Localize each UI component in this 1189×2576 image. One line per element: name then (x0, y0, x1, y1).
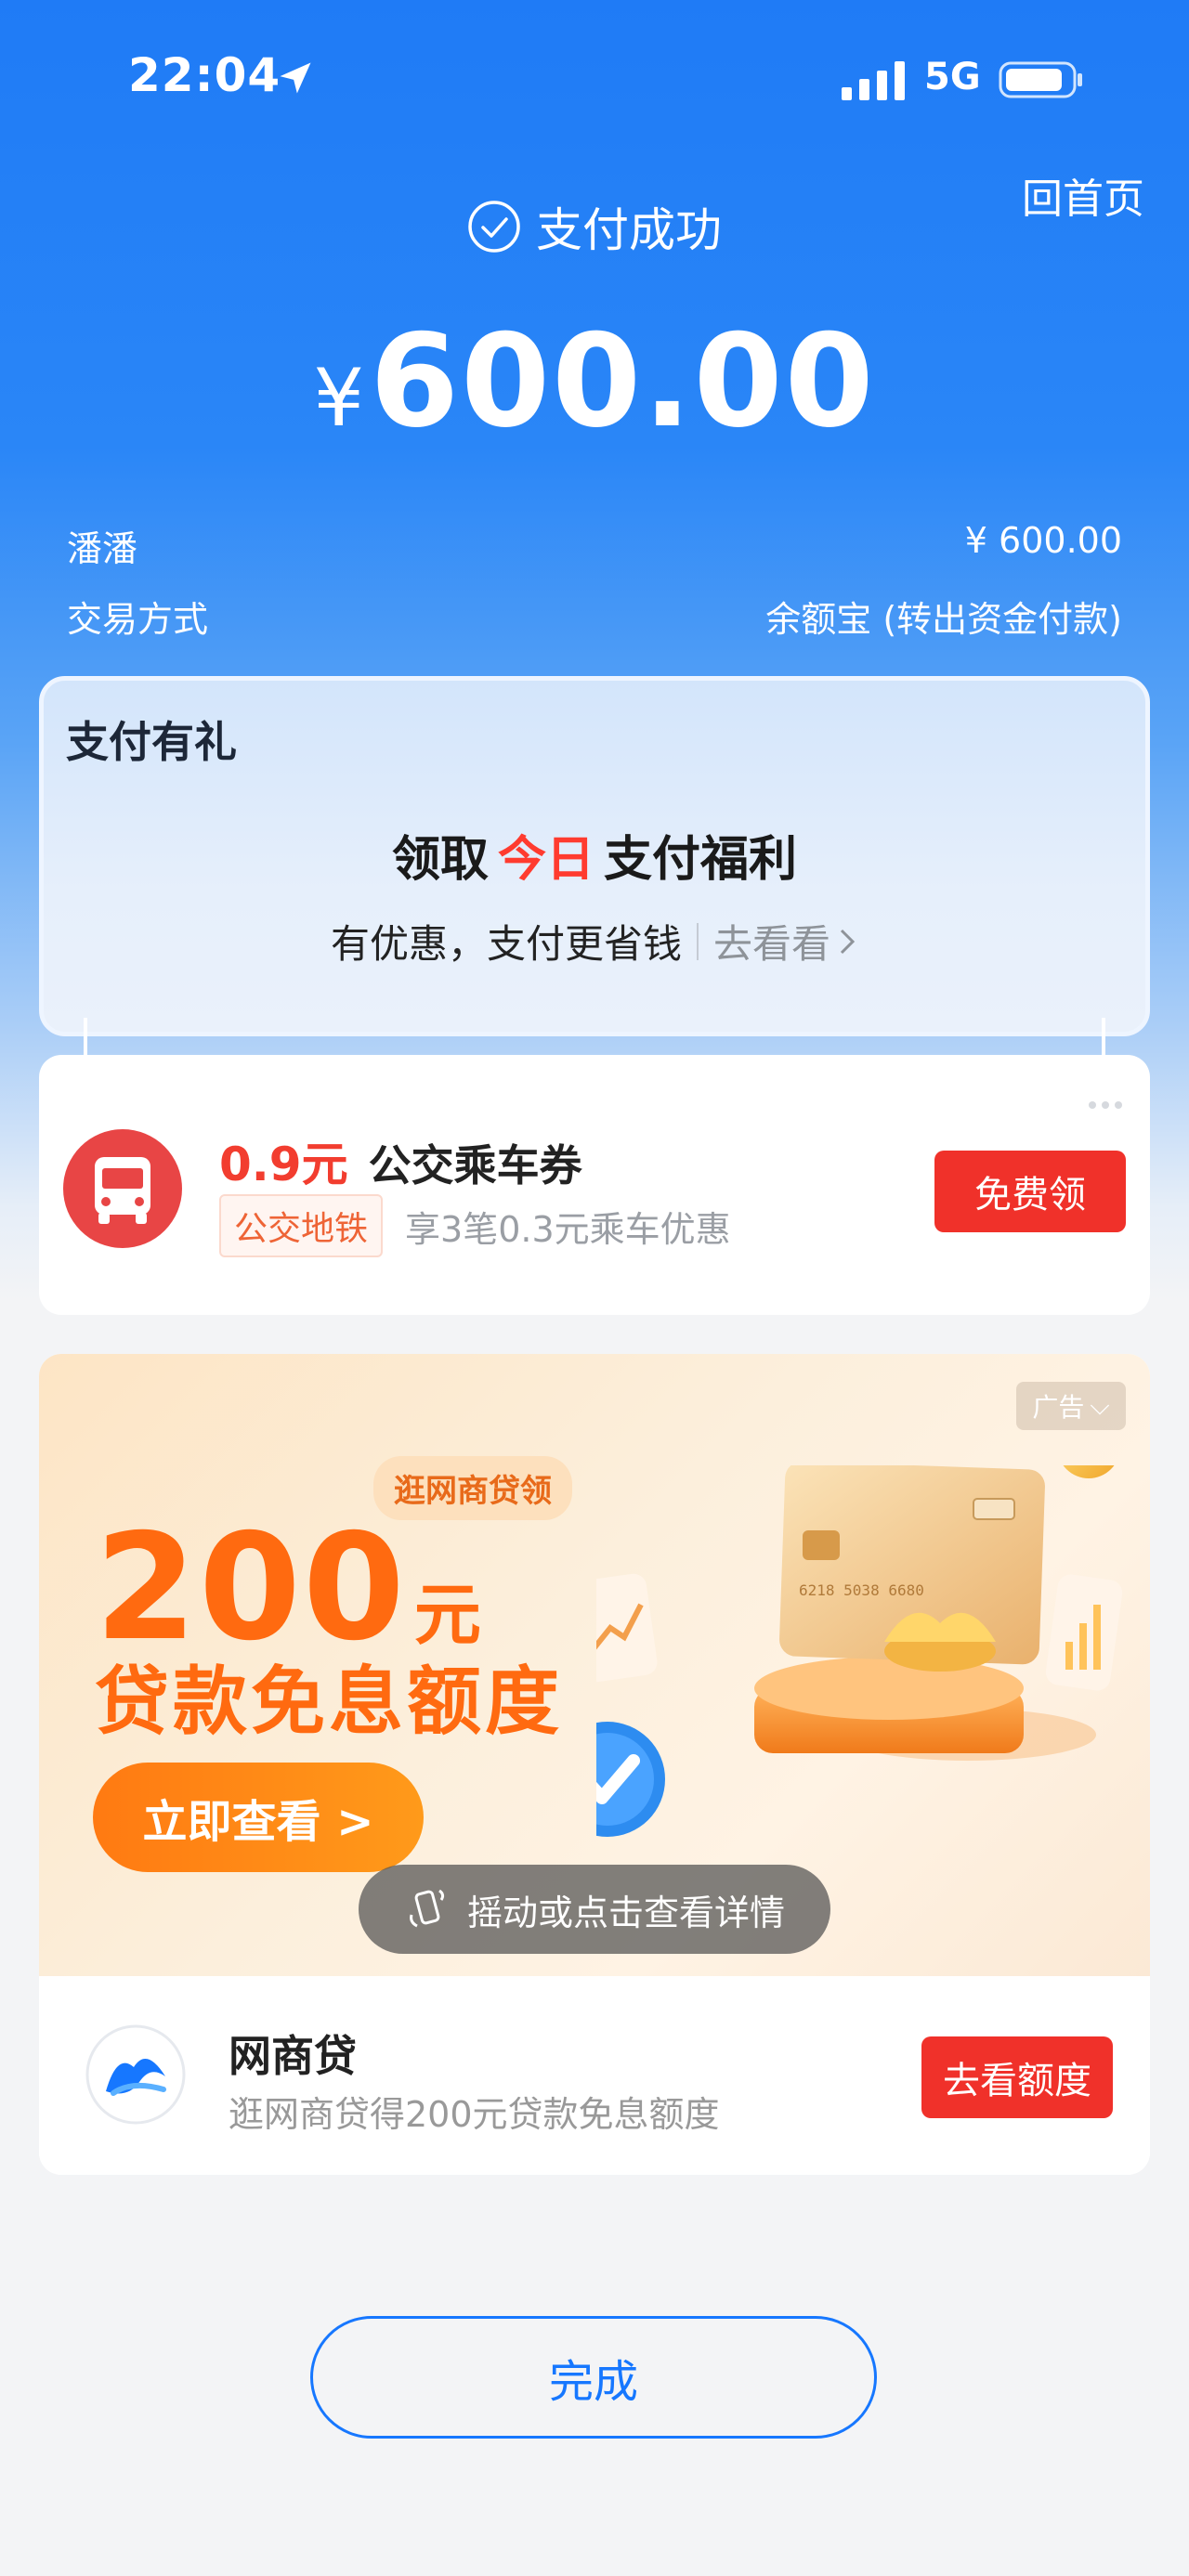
network-type: 5G (924, 56, 981, 98)
gift-card-title: 支付有礼 (66, 717, 237, 767)
coupon-title-row: 0.9元 公交乘车券 (219, 1127, 582, 1194)
mybank-logo-icon (85, 2024, 186, 2125)
payment-status: 支付成功 (0, 193, 1189, 260)
gift-headline-suffix: 支付福利 (604, 832, 798, 888)
payment-gift-card[interactable]: 支付有礼 领取 今日 支付福利 有优惠，支付更省钱 去看看 (39, 676, 1150, 1036)
battery-icon (999, 61, 1082, 98)
loan-ad-card[interactable]: 广告 ⌵ 逛网商贷领 200 元 贷款免息额度 立即查看 > 6218 5038… (39, 1354, 1150, 2175)
gift-headline-highlight: 今日 (497, 832, 594, 888)
status-bar: 22:04 5G (0, 0, 1189, 158)
payee-name: 潘潘 (67, 528, 138, 569)
ad-banner[interactable]: 广告 ⌵ 逛网商贷领 200 元 贷款免息额度 立即查看 > 6218 5038… (39, 1354, 1150, 1976)
ad-footer: 网商贷 逛网商贷得200元贷款免息额度 去看额度 (39, 1976, 1150, 2175)
currency-symbol: ¥ (313, 352, 365, 445)
shake-hint-text: 摇动或点击查看详情 (466, 1892, 785, 1933)
coupon-tag: 公交地铁 (219, 1194, 384, 1257)
gift-subtitle-row: 有优惠，支付更省钱 去看看 (44, 913, 1145, 969)
more-options-icon[interactable] (1083, 1101, 1122, 1109)
check-circle-icon (468, 201, 520, 253)
shake-hint[interactable]: 摇动或点击查看详情 (359, 1865, 830, 1954)
coupon-name: 公交乘车券 (368, 1140, 582, 1190)
status-title: 支付成功 (536, 203, 722, 257)
ad-subtitle: 贷款免息额度 (95, 1659, 563, 1745)
claim-free-button[interactable]: 免费领 (934, 1151, 1126, 1232)
payment-method-row: 交易方式 余额宝 (转出资金付款) (67, 591, 1122, 642)
payment-method-value: 余额宝 (转出资金付款) (765, 599, 1122, 640)
ad-badge[interactable]: 广告 ⌵ (1016, 1382, 1126, 1430)
gift-view-link[interactable]: 去看看 (713, 913, 830, 969)
bus-icon (63, 1129, 182, 1248)
ad-badge-label: 广告 (1032, 1392, 1085, 1423)
divider (697, 922, 699, 960)
view-quota-button[interactable]: 去看额度 (921, 2036, 1113, 2118)
card-number: 6218 5038 6680 (799, 1581, 924, 1599)
paid-amount: ¥ 600.00 (0, 306, 1189, 456)
gift-subtitle: 有优惠，支付更省钱 (330, 921, 682, 967)
cellular-signal-icon (842, 61, 905, 100)
brand-name: 网商贷 (229, 2031, 357, 2081)
payee-row: 潘潘 ¥ 600.00 (67, 520, 1122, 571)
coupon-tag-row: 公交地铁 享3笔0.3元乘车优惠 (219, 1194, 731, 1257)
amount-value: 600.00 (370, 306, 876, 456)
bus-coupon-card: 0.9元 公交乘车券 公交地铁 享3笔0.3元乘车优惠 免费领 (39, 1055, 1150, 1315)
gift-headline: 领取 今日 支付福利 (44, 820, 1145, 890)
gift-headline-prefix: 领取 (391, 832, 489, 888)
chevron-right-icon (840, 929, 856, 954)
payee-amount: ¥ 600.00 (964, 520, 1122, 561)
status-time: 22:04 (128, 48, 281, 102)
done-button[interactable]: 完成 (310, 2316, 877, 2439)
shake-phone-icon (410, 1889, 445, 1928)
chevron-down-icon: ⌵ (1090, 1390, 1110, 1421)
coupon-amount: 0.9元 (219, 1138, 348, 1191)
coupon-description: 享3笔0.3元乘车优惠 (405, 1208, 731, 1250)
location-arrow-icon (280, 62, 311, 94)
payment-method-label: 交易方式 (67, 599, 209, 640)
brand-description: 逛网商贷得200元贷款免息额度 (229, 2094, 720, 2135)
view-now-button[interactable]: 立即查看 > (93, 1763, 424, 1872)
